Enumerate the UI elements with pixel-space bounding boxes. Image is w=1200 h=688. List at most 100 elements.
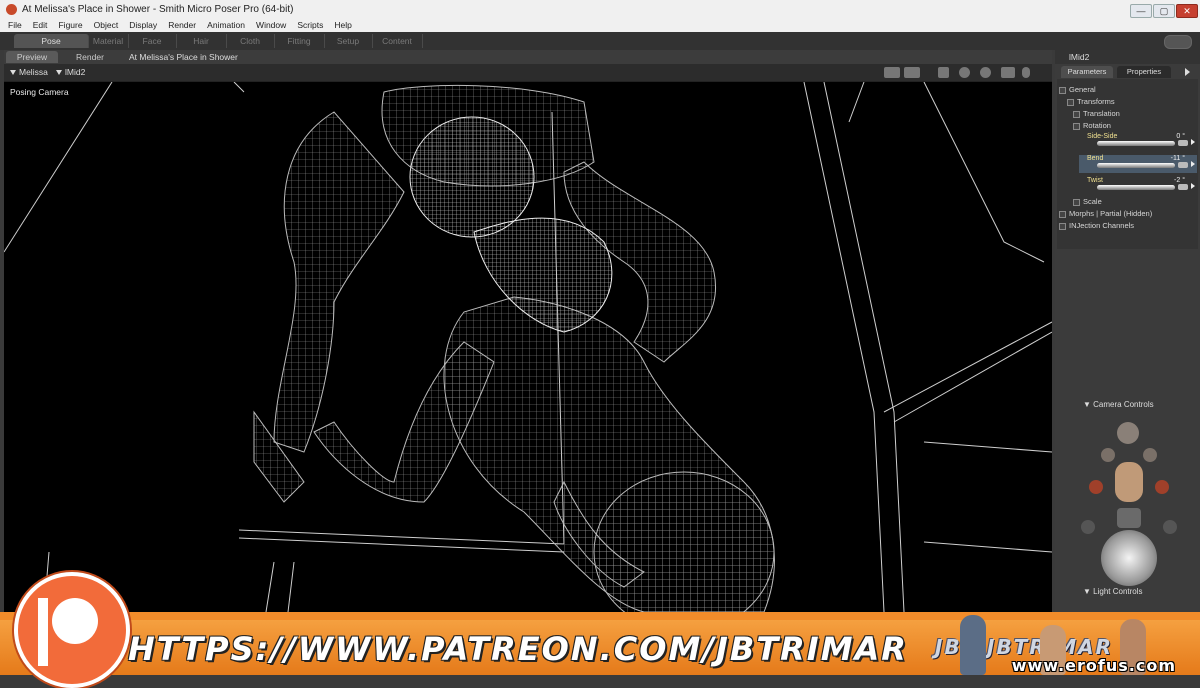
dropdown-arrow-icon — [56, 70, 62, 76]
actor-menu-label: lMid2 — [65, 67, 86, 77]
camera-controls-header[interactable]: ▼ Camera Controls — [1083, 400, 1154, 409]
expand-icon — [1073, 198, 1080, 206]
zoom-icon[interactable] — [1022, 67, 1030, 78]
param-dial[interactable] — [1097, 163, 1175, 168]
panel-header: lMid2 — [1055, 50, 1200, 64]
hand-camera-icon[interactable] — [1143, 448, 1157, 462]
param-side-side[interactable]: Side-Side 0 ° — [1079, 133, 1197, 151]
3d-viewport[interactable]: Posing Camera — [4, 82, 1052, 612]
move-icon[interactable] — [1001, 67, 1015, 78]
light-controls-label: Light Controls — [1093, 587, 1143, 596]
menu-edit[interactable]: Edit — [29, 19, 52, 30]
tree-scale[interactable]: Scale — [1073, 197, 1102, 206]
expand-icon — [1073, 110, 1080, 118]
tab-pose[interactable]: Pose — [14, 34, 89, 48]
tab-hair[interactable]: Hair — [176, 34, 227, 48]
viewport-toolbar: Melissa lMid2 — [4, 64, 1052, 82]
tree-rotation[interactable]: Rotation — [1073, 121, 1111, 130]
sphere-icon[interactable] — [959, 67, 970, 78]
menu-animation[interactable]: Animation — [203, 19, 249, 30]
trackball-icon[interactable] — [1101, 530, 1157, 586]
collapse-icon — [1073, 122, 1080, 130]
minimize-button[interactable]: — — [1130, 4, 1152, 18]
character-figure-icon — [960, 615, 986, 675]
target-icon[interactable] — [980, 67, 991, 78]
menu-scripts[interactable]: Scripts — [293, 19, 327, 30]
menu-render[interactable]: Render — [164, 19, 200, 30]
param-menu-arrow-icon[interactable] — [1191, 183, 1195, 189]
tree-injection-label: INJection Channels — [1069, 221, 1135, 230]
menu-figure[interactable]: Figure — [54, 19, 86, 30]
param-name: Side-Side — [1087, 133, 1118, 140]
tab-render[interactable]: Render — [62, 51, 118, 63]
move-camera-icon[interactable] — [1155, 480, 1169, 494]
parameters-panel: lMid2 Parameters Properties General Tran… — [1055, 50, 1200, 612]
param-name: Twist — [1087, 177, 1103, 184]
param-twist[interactable]: Twist -2 ° — [1079, 177, 1197, 195]
hand-camera-icon[interactable] — [1101, 448, 1115, 462]
tree-morphs[interactable]: Morphs | Partial (Hidden) — [1059, 209, 1152, 218]
param-menu-arrow-icon[interactable] — [1191, 139, 1195, 145]
param-bend[interactable]: Bend -11 ° — [1079, 155, 1197, 173]
tree-morphs-label: Morphs | Partial (Hidden) — [1069, 209, 1153, 218]
rotate-camera-icon[interactable] — [1117, 508, 1141, 528]
collapse-arrow-icon: ▼ — [1083, 400, 1094, 409]
param-value: -2 ° — [1174, 177, 1185, 184]
menu-display[interactable]: Display — [125, 19, 161, 30]
camera-icon[interactable] — [884, 67, 900, 78]
camera-controls-label: Camera Controls — [1093, 400, 1154, 409]
tree-general[interactable]: General — [1059, 85, 1096, 94]
tab-content[interactable]: Content — [372, 34, 423, 48]
param-dial[interactable] — [1097, 141, 1175, 146]
collapse-icon — [1067, 98, 1074, 106]
light-controls-header[interactable]: ▼ Light Controls — [1083, 587, 1143, 596]
expand-icon — [1059, 210, 1066, 218]
tab-face[interactable]: Face — [128, 34, 177, 48]
tree-injection[interactable]: INJection Channels — [1059, 221, 1134, 230]
face-camera-icon[interactable] — [1089, 480, 1103, 494]
tab-setup[interactable]: Setup — [324, 34, 373, 48]
collapse-icon — [1059, 86, 1066, 94]
promo-banner: HTTPS://WWW.PATREON.COM/JBTRIMAR JBS JBT… — [0, 572, 1200, 688]
pan-right-icon[interactable] — [1163, 520, 1177, 534]
tree-translation-label: Translation — [1083, 109, 1120, 118]
tab-preview[interactable]: Preview — [6, 51, 58, 63]
menu-help[interactable]: Help — [330, 19, 355, 30]
patreon-logo-icon — [14, 572, 130, 688]
window-titlebar: At Melissa's Place in Shower - Smith Mic… — [0, 0, 1200, 20]
param-key-icon[interactable] — [1178, 140, 1188, 146]
tab-parameters[interactable]: Parameters — [1061, 66, 1113, 78]
main-camera-figure-icon[interactable] — [1115, 462, 1143, 502]
param-dial[interactable] — [1097, 185, 1175, 190]
render-style-icon[interactable] — [938, 67, 949, 78]
tab-fitting[interactable]: Fitting — [274, 34, 325, 48]
param-key-icon[interactable] — [1178, 184, 1188, 190]
patreon-url: HTTPS://WWW.PATREON.COM/JBTRIMAR — [128, 630, 908, 668]
tab-material[interactable]: Material — [88, 34, 129, 48]
room-help-dial[interactable] — [1164, 35, 1192, 49]
pan-left-icon[interactable] — [1081, 520, 1095, 534]
camera-label: Posing Camera — [10, 87, 69, 97]
tab-properties[interactable]: Properties — [1117, 66, 1171, 78]
param-menu-arrow-icon[interactable] — [1191, 161, 1195, 167]
menu-object[interactable]: Object — [90, 19, 123, 30]
menu-file[interactable]: File — [4, 19, 26, 30]
figure-menu[interactable]: Melissa — [10, 67, 48, 77]
menu-window[interactable]: Window — [252, 19, 290, 30]
layout-icon[interactable] — [904, 67, 920, 78]
tree-translation[interactable]: Translation — [1073, 109, 1120, 118]
actor-menu[interactable]: lMid2 — [56, 67, 85, 77]
close-button[interactable]: ✕ — [1176, 4, 1198, 18]
tab-cloth[interactable]: Cloth — [226, 34, 275, 48]
camera-controls-widget — [1075, 422, 1183, 586]
panel-menu-icon[interactable] — [1185, 68, 1190, 76]
parameter-tree: General Transforms Translation Rotation … — [1057, 79, 1198, 249]
tree-transforms[interactable]: Transforms — [1067, 97, 1115, 106]
figure-menu-label: Melissa — [19, 67, 48, 77]
maximize-button[interactable]: ▢ — [1153, 4, 1175, 18]
site-watermark: www.erofus.com — [1011, 656, 1176, 675]
panel-title: lMid2 — [1069, 52, 1090, 62]
poser-app-icon — [6, 4, 17, 15]
param-key-icon[interactable] — [1178, 162, 1188, 168]
head-camera-icon[interactable] — [1117, 422, 1139, 444]
